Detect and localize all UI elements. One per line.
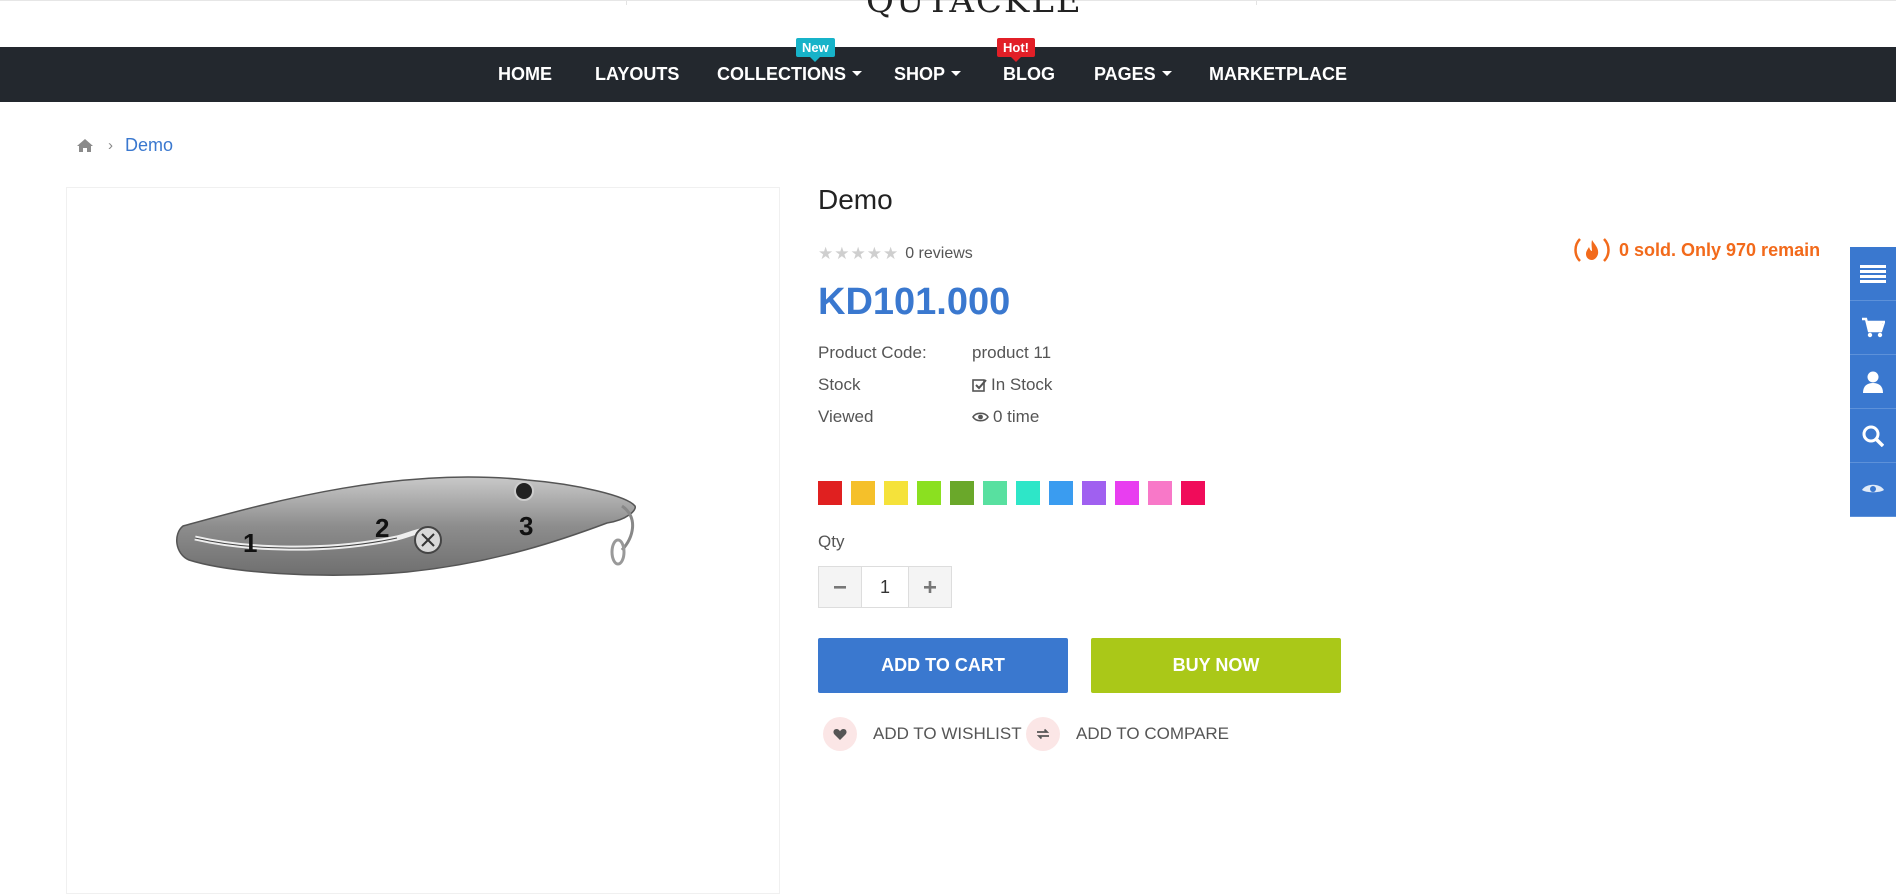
sold-info-text: 0 sold. Only 970 remain [1619, 239, 1821, 260]
quantity-input[interactable] [861, 567, 909, 607]
main-nav: HOME LAYOUTS COLLECTIONS SHOP BLOG PAGES… [0, 47, 1896, 102]
color-swatch[interactable] [983, 481, 1007, 505]
account-button[interactable] [1850, 355, 1896, 409]
add-to-cart-button[interactable]: ADD TO CART [818, 638, 1068, 693]
review-count[interactable]: 0 reviews [905, 245, 973, 263]
spec-label: Viewed [818, 407, 874, 426]
chevron-down-icon [1161, 70, 1172, 76]
recently-viewed-button[interactable] [1850, 463, 1896, 517]
color-swatch[interactable] [1016, 481, 1040, 505]
hot-badge: Hot! [997, 38, 1035, 62]
spec-value-viewed: 0 time [972, 405, 1039, 429]
add-to-compare-label: ADD TO COMPARE [1076, 724, 1230, 743]
fire-icon [1574, 238, 1610, 262]
color-swatch[interactable] [1115, 481, 1139, 505]
add-to-wishlist-link[interactable]: ADD TO WISHLIST [823, 717, 1022, 751]
eye-icon [972, 412, 989, 422]
list-icon [1860, 264, 1886, 283]
image-label: 3 [519, 511, 534, 541]
breadcrumb-current[interactable]: Demo [125, 135, 173, 156]
nav-collections-label: COLLECTIONS [717, 64, 846, 84]
user-icon [1863, 371, 1883, 393]
nav-layouts[interactable]: LAYOUTS [595, 47, 679, 102]
product-image[interactable]: 1 2 3 [66, 187, 780, 894]
spec-label: Stock [818, 375, 861, 394]
minus-icon [834, 586, 846, 589]
heart-icon [823, 717, 857, 751]
qty-label: Qty [818, 532, 845, 551]
lure-illustration [176, 476, 636, 576]
nav-pages[interactable]: PAGES [1094, 47, 1172, 102]
nav-pages-label: PAGES [1094, 64, 1156, 84]
product-price: KD101.000 [818, 281, 1011, 323]
color-swatch[interactable] [851, 481, 875, 505]
home-icon[interactable] [76, 138, 94, 153]
chevron-right-icon: › [108, 136, 113, 154]
image-label: 2 [375, 513, 390, 543]
chevron-down-icon [852, 70, 862, 76]
search-button[interactable] [1850, 409, 1896, 463]
nav-shop[interactable]: SHOP [894, 47, 962, 102]
divider [626, 1, 627, 5]
site-logo[interactable]: QUTACKLE [866, 0, 1083, 21]
color-swatches [818, 481, 1214, 505]
color-swatch[interactable] [1181, 481, 1205, 505]
floating-sidebar [1850, 247, 1896, 517]
nav-home[interactable]: HOME [498, 47, 552, 102]
cart-icon [1862, 317, 1885, 337]
color-swatch[interactable] [1049, 481, 1073, 505]
search-icon [1862, 425, 1884, 447]
decrease-qty-button[interactable] [819, 567, 861, 607]
check-square-icon [972, 378, 987, 392]
image-label: 1 [243, 528, 258, 558]
stock-value: In Stock [991, 375, 1053, 394]
menu-list-button[interactable] [1850, 247, 1896, 301]
eye-icon [1862, 484, 1884, 492]
add-to-compare-link[interactable]: ADD TO COMPARE [1026, 717, 1229, 751]
increase-qty-button[interactable] [909, 567, 951, 607]
color-swatch[interactable] [1082, 481, 1106, 505]
product-title: Demo [818, 184, 893, 215]
chevron-down-icon [951, 70, 962, 76]
spec-value-stock: In Stock [972, 373, 1052, 397]
color-swatch[interactable] [917, 481, 941, 505]
new-badge: New [796, 38, 835, 62]
buy-now-button[interactable]: BUY NOW [1091, 638, 1341, 693]
nav-collections[interactable]: COLLECTIONS [717, 47, 862, 102]
cart-button[interactable] [1850, 301, 1896, 355]
star-rating-icon: ★★★★★ [818, 244, 900, 263]
quantity-stepper [818, 566, 952, 608]
nav-shop-label: SHOP [894, 64, 946, 84]
sold-info: 0 sold. Only 970 remain [1573, 236, 1820, 264]
color-swatch[interactable] [950, 481, 974, 505]
color-swatch[interactable] [818, 481, 842, 505]
spec-value: product 11 [972, 343, 1052, 362]
color-swatch[interactable] [1148, 481, 1172, 505]
plus-icon [924, 581, 936, 593]
nav-marketplace[interactable]: MARKETPLACE [1209, 47, 1347, 102]
top-header: QUTACKLE [0, 0, 1896, 47]
add-to-wishlist-label: ADD TO WISHLIST [873, 724, 1022, 743]
rating: ★★★★★ 0 reviews [818, 244, 973, 264]
divider [1256, 1, 1257, 5]
breadcrumb: › Demo [76, 133, 173, 157]
color-swatch[interactable] [884, 481, 908, 505]
spec-label: Product Code: [818, 343, 927, 362]
viewed-value: 0 time [993, 407, 1040, 426]
compare-icon [1026, 717, 1060, 751]
